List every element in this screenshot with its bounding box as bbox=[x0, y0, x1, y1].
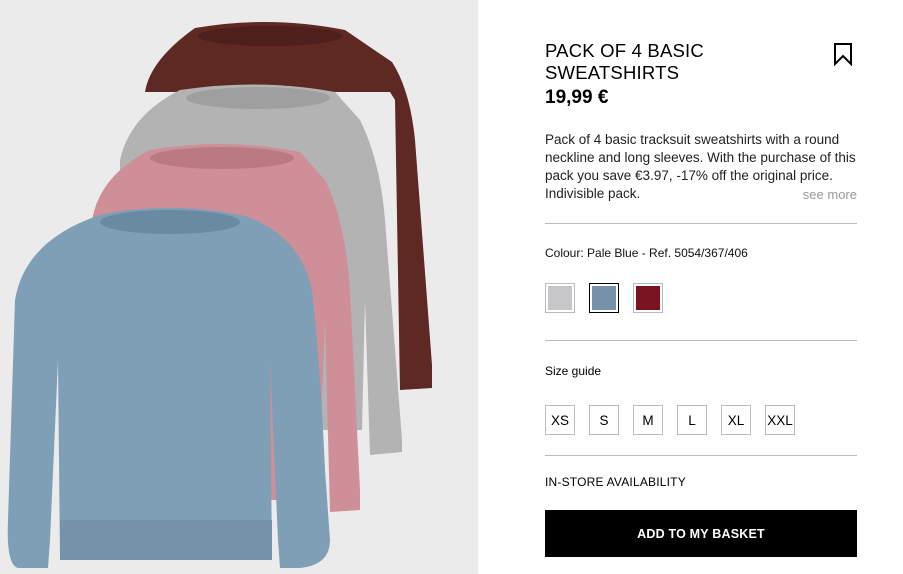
size-xxl-button[interactable]: XXL bbox=[765, 405, 795, 435]
swatch-grey-fill bbox=[548, 286, 572, 310]
swatch-burgundy[interactable] bbox=[633, 283, 663, 313]
divider bbox=[545, 340, 857, 341]
size-xs-button[interactable]: XS bbox=[545, 405, 575, 435]
product-price: 19,99 € bbox=[545, 87, 609, 108]
sweatshirts-illustration bbox=[7, 21, 432, 568]
in-store-availability-link[interactable]: IN-STORE AVAILABILITY bbox=[545, 475, 686, 489]
add-to-basket-button[interactable]: ADD TO MY BASKET bbox=[545, 510, 857, 557]
divider bbox=[545, 223, 857, 224]
size-xl-button[interactable]: XL bbox=[721, 405, 751, 435]
product-image[interactable] bbox=[0, 0, 478, 574]
size-l-button[interactable]: L bbox=[677, 405, 707, 435]
bookmark-icon[interactable] bbox=[832, 42, 854, 67]
swatch-grey[interactable] bbox=[545, 283, 575, 313]
swatch-pale-blue-fill bbox=[592, 286, 616, 310]
sweatshirt-blue bbox=[7, 207, 330, 568]
size-s-button[interactable]: S bbox=[589, 405, 619, 435]
size-guide-link[interactable]: Size guide bbox=[545, 364, 601, 378]
divider bbox=[545, 455, 857, 456]
colour-swatches bbox=[545, 283, 663, 313]
product-details: PACK OF 4 BASIC SWEATSHIRTS 19,99 € Pack… bbox=[545, 0, 857, 574]
size-m-button[interactable]: M bbox=[633, 405, 663, 435]
swatch-burgundy-fill bbox=[636, 286, 660, 310]
size-options: XS S M L XL XXL bbox=[545, 405, 795, 435]
colour-label: Colour: Pale Blue - Ref. 5054/367/406 bbox=[545, 246, 748, 260]
see-more-link[interactable]: see more bbox=[796, 187, 857, 202]
product-title: PACK OF 4 BASIC SWEATSHIRTS bbox=[545, 40, 704, 83]
swatch-pale-blue[interactable] bbox=[589, 283, 619, 313]
